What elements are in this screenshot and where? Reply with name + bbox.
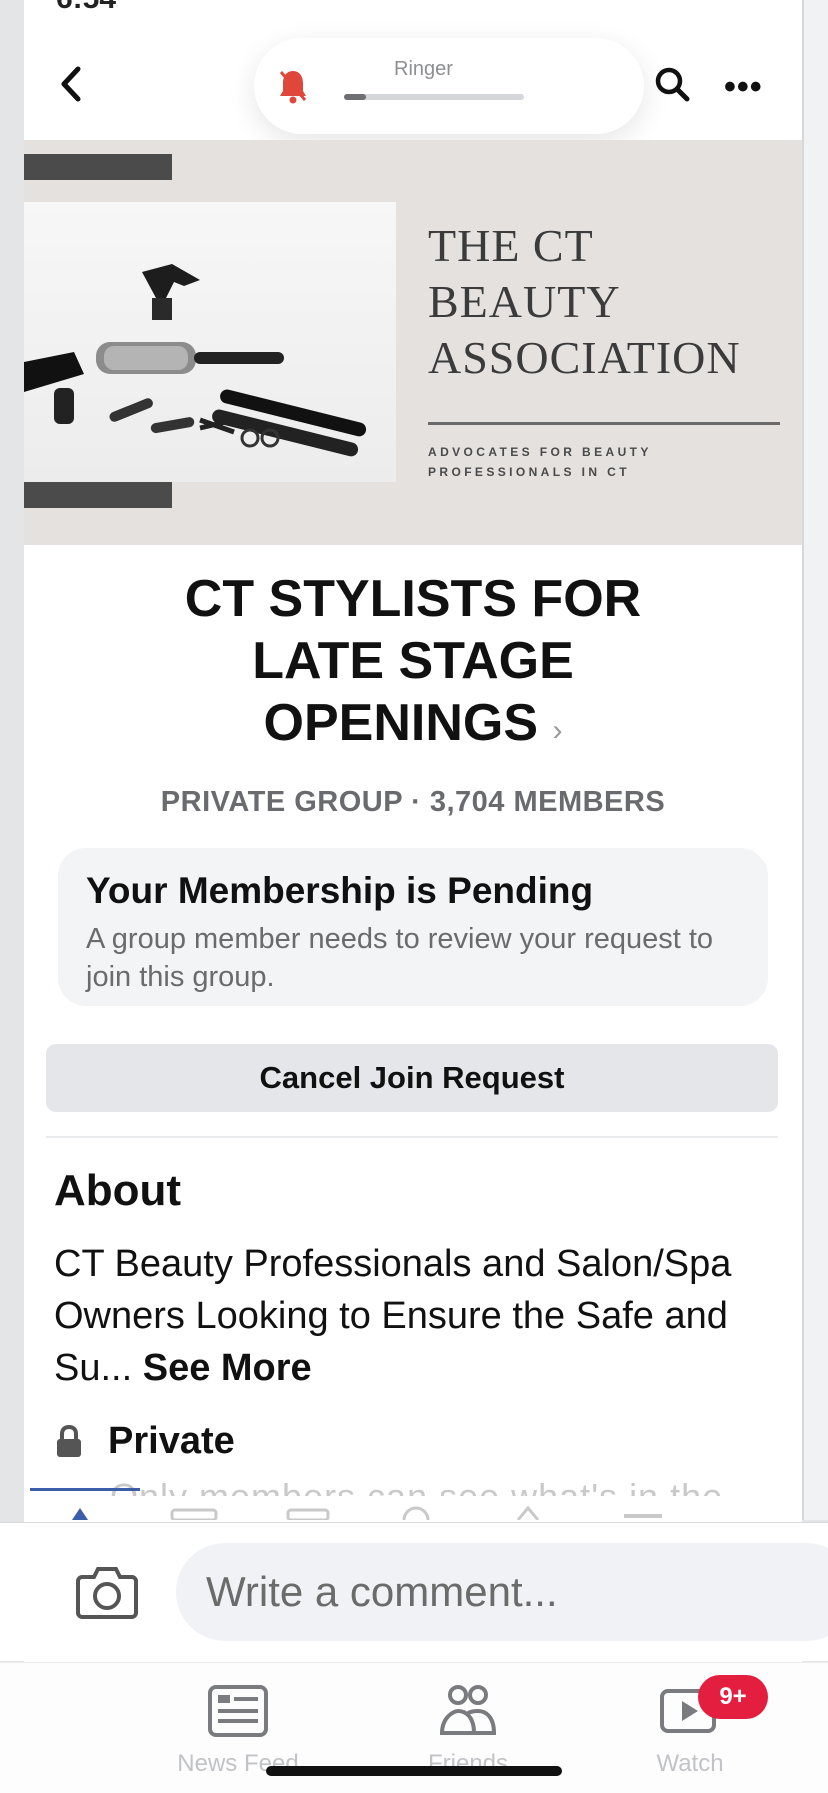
- ringer-volume-fill: [344, 94, 366, 100]
- tab-watch[interactable]: 9+ Watch: [610, 1675, 770, 1778]
- cover-title-line: THE CT: [428, 220, 594, 271]
- salon-tools-image: [24, 202, 396, 482]
- privacy-label: Private: [108, 1420, 235, 1462]
- cover-divider: [428, 422, 780, 425]
- tab-label: Watch: [656, 1750, 724, 1777]
- group-title[interactable]: CT STYLISTS FOR LATE STAGE OPENINGS ›: [24, 568, 802, 762]
- group-meta: PRIVATE GROUP · 3,704 MEMBERS: [160, 786, 666, 818]
- cancel-join-request-button[interactable]: Cancel Join Request: [46, 1044, 778, 1112]
- cover-title-line: ASSOCIATION: [428, 332, 741, 383]
- privacy-row: Private: [54, 1420, 235, 1463]
- section-divider: [46, 1136, 778, 1138]
- lock-icon: [54, 1424, 84, 1459]
- active-tab-indicator: [30, 1488, 140, 1491]
- privacy-description-cutoff: Only members can see what's in the: [110, 1476, 723, 1496]
- membership-pending-card: Your Membership is Pending A group membe…: [58, 848, 768, 1006]
- cover-title: THE CT BEAUTY ASSOCIATION: [428, 218, 798, 386]
- status-time: 6:54: [56, 0, 116, 16]
- home-indicator[interactable]: [266, 1766, 562, 1776]
- notification-badge: 9+: [698, 1675, 768, 1719]
- news-feed-icon: [206, 1685, 270, 1743]
- cover-tagline: ADVOCATES FOR BEAUTY PROFESSIONALS IN CT: [428, 442, 788, 482]
- camera-icon[interactable]: [76, 1563, 138, 1624]
- see-more-link[interactable]: See More: [143, 1347, 312, 1389]
- cover-photo: THE CT BEAUTY ASSOCIATION ADVOCATES FOR …: [24, 140, 802, 545]
- membership-status-title: Your Membership is Pending: [86, 870, 594, 911]
- top-nav: Ringer •••: [24, 30, 802, 140]
- chevron-left-icon[interactable]: [54, 64, 88, 104]
- about-description: CT Beauty Professionals and Salon/Spa Ow…: [54, 1238, 784, 1394]
- tab-news-feed[interactable]: News Feed: [158, 1683, 318, 1778]
- group-title-line: OPENINGS: [263, 694, 539, 752]
- search-icon[interactable]: [654, 66, 690, 107]
- ringer-label: Ringer: [394, 58, 453, 80]
- chevron-right-icon: ›: [552, 714, 563, 747]
- cover-title-line: BEAUTY: [428, 276, 621, 327]
- comment-input[interactable]: [176, 1543, 828, 1641]
- cover-tagline-line: ADVOCATES FOR BEAUTY: [428, 445, 652, 459]
- group-tabs-cutoff: [24, 1504, 802, 1520]
- redaction-bar: [24, 154, 172, 180]
- ringer-volume-slider[interactable]: [344, 94, 524, 100]
- more-icon[interactable]: •••: [724, 68, 763, 107]
- membership-status-description: A group member needs to review your requ…: [86, 923, 714, 993]
- cover-tagline-line: PROFESSIONALS IN CT: [428, 465, 630, 479]
- bell-icon: [278, 68, 308, 109]
- about-heading: About: [54, 1166, 182, 1215]
- adjacent-screen-edge: [802, 0, 828, 1520]
- ringer-indicator: Ringer: [254, 38, 644, 134]
- redaction-bar: [24, 482, 172, 508]
- group-title-line: CT STYLISTS FOR: [184, 570, 642, 628]
- group-title-line: LATE STAGE: [252, 632, 574, 690]
- watch-icon: [658, 1689, 722, 1743]
- tab-friends[interactable]: Friends: [388, 1683, 548, 1778]
- friends-icon: [436, 1685, 500, 1743]
- comment-bar: [0, 1522, 828, 1661]
